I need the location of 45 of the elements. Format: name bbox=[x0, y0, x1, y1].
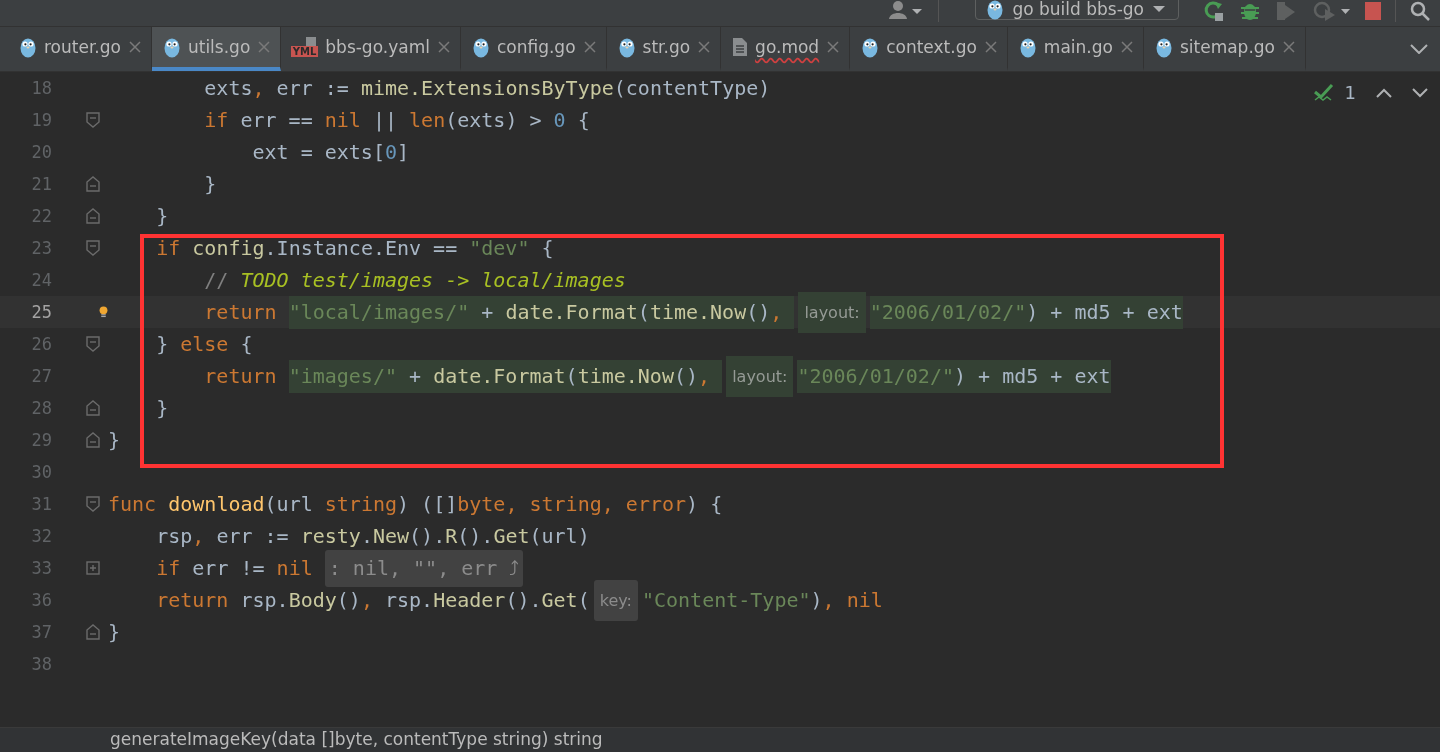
tab-label: str.go bbox=[642, 37, 691, 57]
line-number: 19 bbox=[30, 110, 52, 130]
tab-label: main.go bbox=[1043, 37, 1113, 57]
line-number: 27 bbox=[30, 366, 52, 386]
editor-tab[interactable]: utils.go bbox=[151, 27, 282, 71]
code-line: if config.Instance.Env == "dev" { bbox=[155, 234, 554, 262]
code-line: } bbox=[108, 618, 121, 646]
tab-label: router.go bbox=[44, 37, 121, 57]
line-number: 24 bbox=[30, 270, 52, 290]
tab-label: context.go bbox=[886, 37, 977, 57]
line-number: 29 bbox=[30, 430, 52, 450]
function-signature: generateImageKey(data []byte, contentType string) string bbox=[110, 728, 603, 750]
run-configuration-dropdown[interactable]: go build bbs-go bbox=[975, 0, 1179, 20]
line-number: 26 bbox=[30, 334, 52, 354]
code-line: } bbox=[108, 426, 121, 454]
code-line: } bbox=[203, 170, 217, 198]
code-line: // TODO test/images -> local/images bbox=[203, 266, 626, 294]
tab-label: config.go bbox=[496, 37, 576, 57]
code-line: func download(url string) ([]byte, string, error) { bbox=[108, 490, 723, 518]
tab-label: sitemap.go bbox=[1179, 37, 1275, 57]
code-line: exts, err := mime.ExtensionsByType(contentType) bbox=[203, 74, 771, 102]
line-number: 25 bbox=[30, 302, 52, 322]
code-line: } bbox=[155, 394, 169, 422]
line-number: 21 bbox=[30, 174, 52, 194]
tab-label: utils.go bbox=[187, 37, 251, 57]
line-number: 38 bbox=[30, 654, 52, 674]
line-number: 31 bbox=[30, 494, 52, 514]
code-line: } bbox=[155, 202, 169, 230]
line-number: 36 bbox=[30, 590, 52, 610]
inspection-count: 1 bbox=[1344, 82, 1356, 103]
line-number: 33 bbox=[30, 558, 52, 578]
line-number: 28 bbox=[30, 398, 52, 418]
code-line: if err == nil || len(exts) > 0 { bbox=[203, 106, 590, 134]
tab-label: go.mod bbox=[755, 37, 820, 57]
tab-label: bbs-go.yaml bbox=[325, 37, 430, 57]
code-line: rsp, err := resty.New().R().Get(url) bbox=[155, 522, 590, 550]
line-number: 30 bbox=[30, 462, 52, 482]
line-number: 23 bbox=[30, 238, 52, 258]
line-number: 18 bbox=[30, 78, 52, 98]
line-number: 37 bbox=[30, 622, 52, 642]
code-line: ext = exts[0] bbox=[251, 138, 410, 166]
line-number: 20 bbox=[30, 142, 52, 162]
line-number: 22 bbox=[30, 206, 52, 226]
code-line: } else { bbox=[155, 330, 253, 358]
line-number: 32 bbox=[30, 526, 52, 546]
